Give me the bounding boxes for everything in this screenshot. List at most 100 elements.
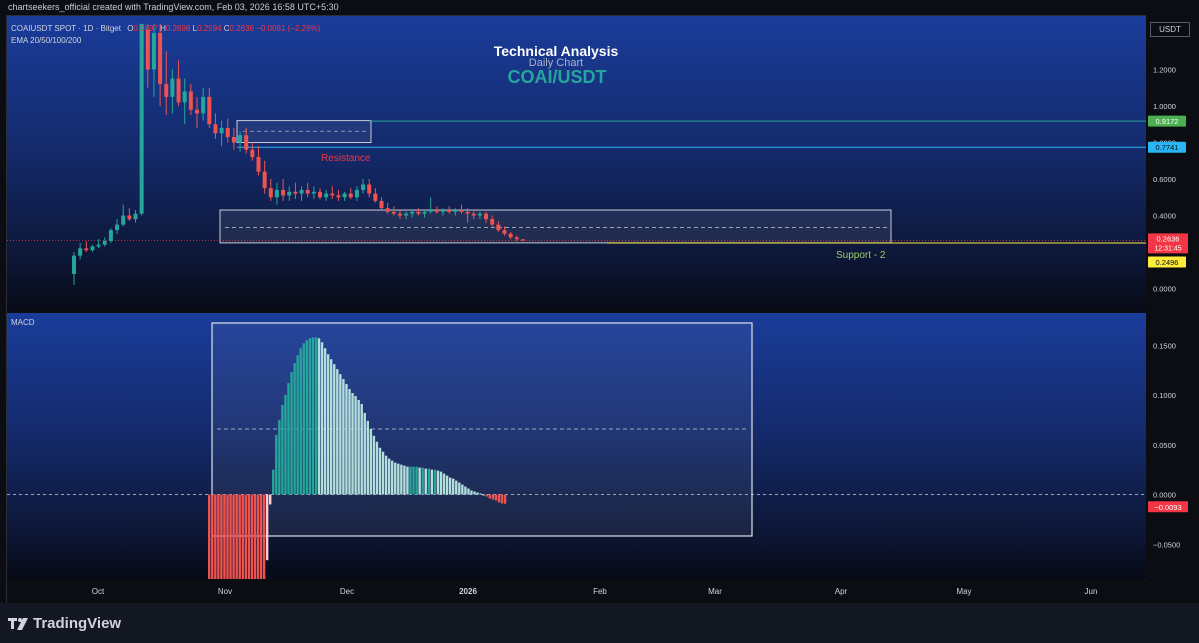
candle-body <box>379 200 384 209</box>
macd-histogram-bar <box>278 419 281 495</box>
macd-histogram-bar <box>421 467 424 495</box>
symbol-label[interactable]: COAIUSDT SPOT · 1D · Bitget <box>11 24 121 33</box>
macd-histogram-bar <box>448 477 452 495</box>
candle-body <box>373 193 378 201</box>
macd-histogram-bar <box>433 469 437 495</box>
candle-body <box>459 210 464 212</box>
macd-histogram-bar <box>427 468 430 495</box>
currency-badge[interactable]: USDT <box>1150 22 1190 37</box>
macd-histogram-bar <box>262 494 266 579</box>
macd-histogram-bar <box>250 494 254 579</box>
candle-body <box>441 210 445 212</box>
candle-body <box>188 91 193 110</box>
candle-body <box>330 193 335 196</box>
candle-body <box>287 191 292 196</box>
macd-histogram-bar <box>415 466 418 495</box>
candle-body <box>508 233 513 238</box>
attribution-bar: chartseekers_official created with Tradi… <box>0 0 1199 15</box>
candle-body <box>477 213 482 216</box>
candle-body <box>416 211 421 214</box>
price-axis[interactable]: 1.20001.00000.60000.40000.00000.80000.15… <box>1146 15 1199 603</box>
macd-histogram-bar <box>403 465 406 495</box>
candle-body <box>324 193 329 198</box>
candle-body <box>484 213 489 220</box>
macd-histogram-bar <box>363 412 366 495</box>
macd-histogram-bar <box>320 342 324 495</box>
macd-legend[interactable]: MACD <box>11 318 35 327</box>
price-axis-tick: 0.4000 <box>1153 212 1176 221</box>
macd-histogram-bar <box>387 458 391 495</box>
candle-body <box>207 96 212 125</box>
ohlc-low: 0.2594 <box>197 24 222 33</box>
price-chart[interactable]: Technical AnalysisDaily ChartCOAI/USDTRe… <box>7 16 1146 311</box>
candle-body <box>293 191 298 194</box>
macd-histogram-bar <box>409 466 412 495</box>
candle-body <box>367 184 372 194</box>
macd-histogram-bar <box>394 462 397 495</box>
macd-histogram-bar <box>284 395 287 495</box>
candle-body <box>231 137 236 143</box>
macd-histogram-bar <box>345 384 348 495</box>
time-axis-label: May <box>956 587 971 596</box>
time-axis[interactable]: Oct Nov Dec 2026 Feb Mar Apr May Jun <box>7 580 1146 603</box>
macd-highlight-box <box>211 322 753 537</box>
candle-body <box>84 248 89 251</box>
support-label: Support - 2 <box>836 250 886 261</box>
candle-body <box>410 211 415 214</box>
candle-body <box>404 213 409 216</box>
macd-axis-tick: 0.1500 <box>1153 341 1176 350</box>
macd-histogram-bar <box>488 494 491 499</box>
candle-body <box>262 171 267 189</box>
candle-body <box>428 210 433 212</box>
macd-histogram-bar <box>500 494 504 504</box>
macd-histogram-bar <box>217 494 220 579</box>
candle-body <box>121 215 126 225</box>
macd-histogram-bar <box>269 494 272 505</box>
candle-body <box>219 127 224 134</box>
macd-histogram-bar <box>497 494 501 503</box>
candle-body <box>342 193 347 198</box>
macd-chart[interactable] <box>7 313 1146 579</box>
macd-histogram-bar <box>467 488 470 495</box>
macd-histogram-bar <box>455 480 458 495</box>
price-tag-countdown: 12:31:45 <box>1154 245 1181 252</box>
macd-histogram-bar <box>391 460 394 495</box>
price-pane[interactable]: Technical Analysis Daily Chart COAI/USDT Re… <box>7 16 1146 311</box>
candle-body <box>108 230 113 242</box>
macd-histogram-bar <box>305 340 308 495</box>
ohlc-change: −0.0061 (−2.26%) <box>256 24 321 33</box>
time-axis-ticks: Oct Nov Dec 2026 Feb Mar Apr May Jun <box>92 587 1098 596</box>
macd-pane[interactable]: MACD <box>7 313 1146 579</box>
candle-body <box>336 195 341 198</box>
candle-body <box>348 193 353 198</box>
macd-histogram-bar <box>378 447 382 495</box>
price-tag-last: 0.2636 <box>1157 234 1180 243</box>
macd-histogram-bar <box>223 494 226 579</box>
macd-histogram-bar <box>366 420 369 495</box>
macd-histogram-bar <box>372 435 376 495</box>
macd-histogram-bar <box>360 403 363 495</box>
macd-histogram-bar <box>491 494 495 500</box>
macd-histogram-bar <box>397 463 400 495</box>
candle-body <box>268 188 273 198</box>
ohlc-high: 0.2698 <box>165 24 191 33</box>
ema-legend[interactable]: EMA 20/50/100/200 <box>11 36 81 45</box>
macd-histogram-bar <box>308 338 312 495</box>
time-axis-label: Mar <box>708 587 722 596</box>
macd-histogram-bar <box>351 393 354 495</box>
candle-body <box>145 29 150 70</box>
price-axis-tick: 0.0000 <box>1153 285 1176 294</box>
macd-histogram-bar <box>400 464 403 495</box>
macd-histogram-bar <box>323 348 327 495</box>
candle-body <box>434 210 439 212</box>
macd-histogram-bar <box>232 494 235 579</box>
macd-histogram-bar <box>226 494 229 579</box>
macd-histogram-bar <box>473 491 476 495</box>
macd-axis-tick: 0.1000 <box>1153 391 1176 400</box>
macd-histogram-bar <box>272 469 275 495</box>
price-tag-resistance: 0.9172 <box>1156 117 1179 126</box>
macd-histogram-bar <box>238 494 241 579</box>
macd-histogram-bar <box>214 494 217 579</box>
macd-histogram-bar <box>314 337 318 495</box>
macd-histogram-bar <box>241 494 244 579</box>
